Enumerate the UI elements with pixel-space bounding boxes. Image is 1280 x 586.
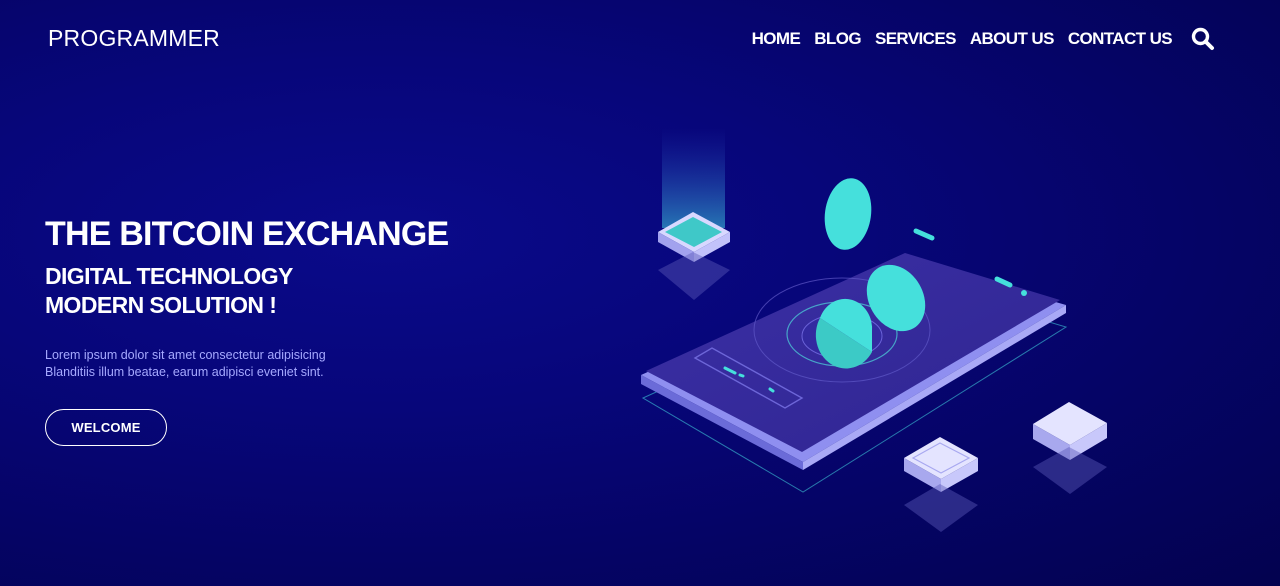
header: PROGRAMMER HOME BLOG SERVICES ABOUT US C…	[0, 0, 1280, 76]
cube-right	[1033, 402, 1107, 494]
nav-home[interactable]: HOME	[752, 29, 801, 49]
nav-contact-us[interactable]: CONTACT US	[1068, 29, 1173, 49]
bitcoin-phone-illustration	[600, 110, 1160, 550]
hero-subtitle: DIGITAL TECHNOLOGY MODERN SOLUTION !	[45, 262, 565, 320]
isometric-illustration	[641, 128, 1107, 532]
search-icon[interactable]	[1190, 26, 1216, 52]
nav-blog[interactable]: BLOG	[814, 29, 861, 49]
hero-subtitle-line1: DIGITAL TECHNOLOGY	[45, 263, 293, 289]
cube-top-left	[658, 128, 730, 300]
nav-about-us[interactable]: ABOUT US	[970, 29, 1055, 49]
hero-paragraph-line2: Blanditiis illum beatae, earum adipisci …	[45, 365, 324, 379]
welcome-button[interactable]: WELCOME	[45, 409, 167, 446]
nav-services[interactable]: SERVICES	[875, 29, 956, 49]
hero-paragraph: Lorem ipsum dolor sit amet consectetur a…	[45, 347, 565, 381]
cube-bottom-middle	[904, 437, 978, 532]
hero: THE BITCOIN EXCHANGE DIGITAL TECHNOLOGY …	[45, 214, 565, 446]
logo[interactable]: PROGRAMMER	[48, 25, 220, 52]
hero-title: THE BITCOIN EXCHANGE	[45, 215, 449, 253]
hero-paragraph-line1: Lorem ipsum dolor sit amet consectetur a…	[45, 348, 326, 362]
hero-subtitle-line2: MODERN SOLUTION !	[45, 292, 277, 318]
main-nav: HOME BLOG SERVICES ABOUT US CONTACT US	[752, 26, 1216, 52]
